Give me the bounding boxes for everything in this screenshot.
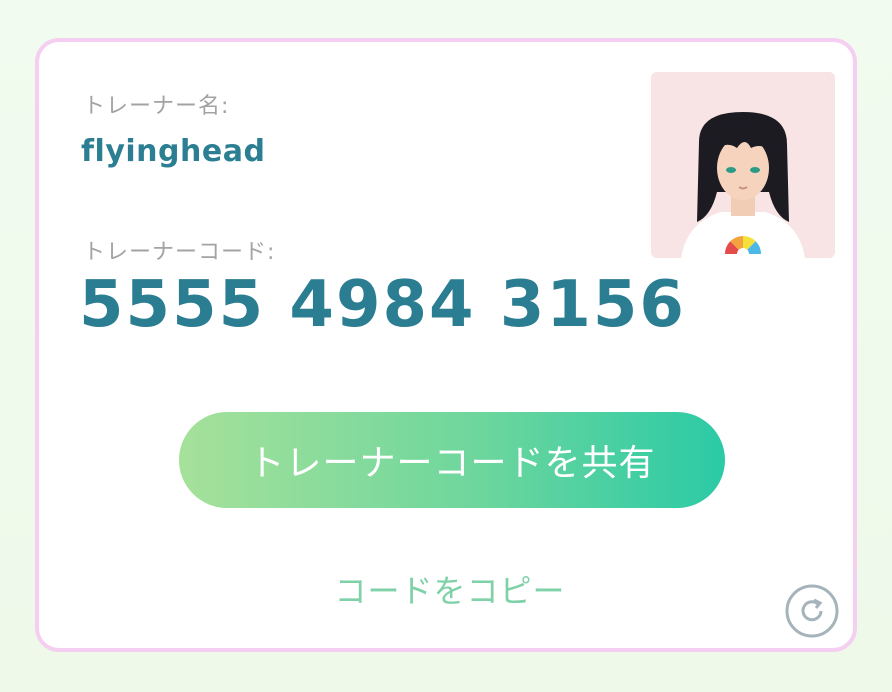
copy-code-button[interactable]: コードをコピー: [39, 566, 861, 612]
refresh-icon[interactable]: [783, 582, 841, 640]
trainer-code: 5555 4984 3156: [79, 268, 686, 342]
trainer-avatar: [651, 72, 835, 258]
trainer-name: flyinghead: [81, 134, 266, 169]
trainer-code-card: トレーナー名: flyinghead トレーナーコード: 5555 4984 3…: [35, 38, 857, 652]
avatar-illustration: [651, 72, 835, 258]
trainer-code-label: トレーナーコード:: [83, 240, 276, 265]
refresh-icon-graphic: [785, 584, 839, 638]
trainer-name-label: トレーナー名:: [83, 94, 230, 119]
share-trainer-code-button[interactable]: トレーナーコードを共有: [179, 412, 725, 508]
